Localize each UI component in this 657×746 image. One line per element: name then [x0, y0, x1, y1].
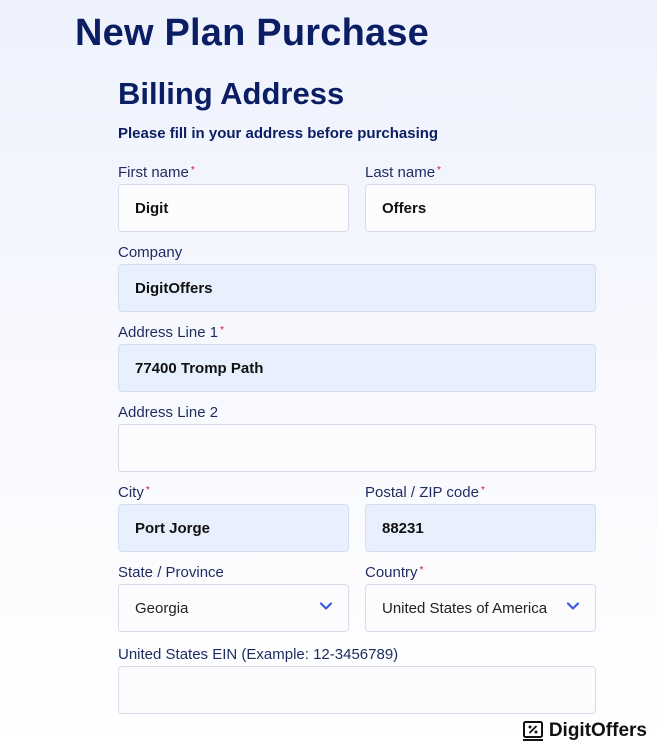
required-mark: *	[437, 165, 441, 176]
city-input[interactable]: Port Jorge	[118, 504, 349, 552]
discount-tag-icon	[522, 721, 543, 741]
state-label: State / Province	[118, 564, 224, 581]
first-name-input[interactable]: Digit	[118, 184, 349, 232]
section-title: Billing Address	[118, 76, 345, 111]
address-line-1-label: Address Line 1 *	[118, 324, 224, 341]
country-label: Country *	[365, 564, 424, 581]
address-line-1-value: 77400 Tromp Path	[135, 359, 264, 377]
watermark-text: DigitOffers	[548, 720, 647, 741]
postal-code-value: 88231	[382, 519, 424, 537]
company-value: DigitOffers	[135, 279, 213, 297]
digitoffers-watermark: DigitOffers	[522, 720, 647, 742]
address-line-1-input[interactable]: 77400 Tromp Path	[118, 344, 596, 392]
first-name-value: Digit	[135, 199, 169, 217]
country-selected-value: United States of America	[382, 599, 548, 617]
city-value: Port Jorge	[135, 519, 211, 537]
required-mark: *	[419, 565, 424, 576]
address-line-2-input[interactable]	[118, 424, 596, 472]
section-subtitle: Please fill in your address before purch…	[118, 125, 439, 142]
country-select[interactable]: United States of America	[365, 584, 596, 632]
required-mark: *	[220, 325, 224, 336]
ein-label: United States EIN (Example: 12-3456789)	[118, 646, 399, 663]
required-mark: *	[145, 485, 150, 496]
required-mark: *	[480, 485, 485, 496]
postal-code-input[interactable]: 88231	[365, 504, 596, 552]
company-input[interactable]: DigitOffers	[118, 264, 596, 312]
last-name-input[interactable]: Offers	[365, 184, 596, 232]
ein-input[interactable]	[118, 666, 596, 714]
first-name-label: First name *	[118, 164, 195, 181]
city-label: City *	[118, 484, 150, 501]
company-label: Company	[118, 244, 183, 261]
last-name-label: Last name *	[365, 164, 441, 181]
chevron-down-icon	[566, 602, 580, 610]
state-selected-value: Georgia	[135, 599, 189, 617]
chevron-down-icon	[319, 602, 333, 610]
address-line-2-label: Address Line 2	[118, 404, 219, 421]
page-title: New Plan Purchase	[75, 12, 429, 54]
last-name-value: Offers	[382, 199, 427, 217]
postal-code-label: Postal / ZIP code *	[365, 484, 485, 501]
required-mark: *	[190, 165, 195, 176]
state-select[interactable]: Georgia	[118, 584, 349, 632]
